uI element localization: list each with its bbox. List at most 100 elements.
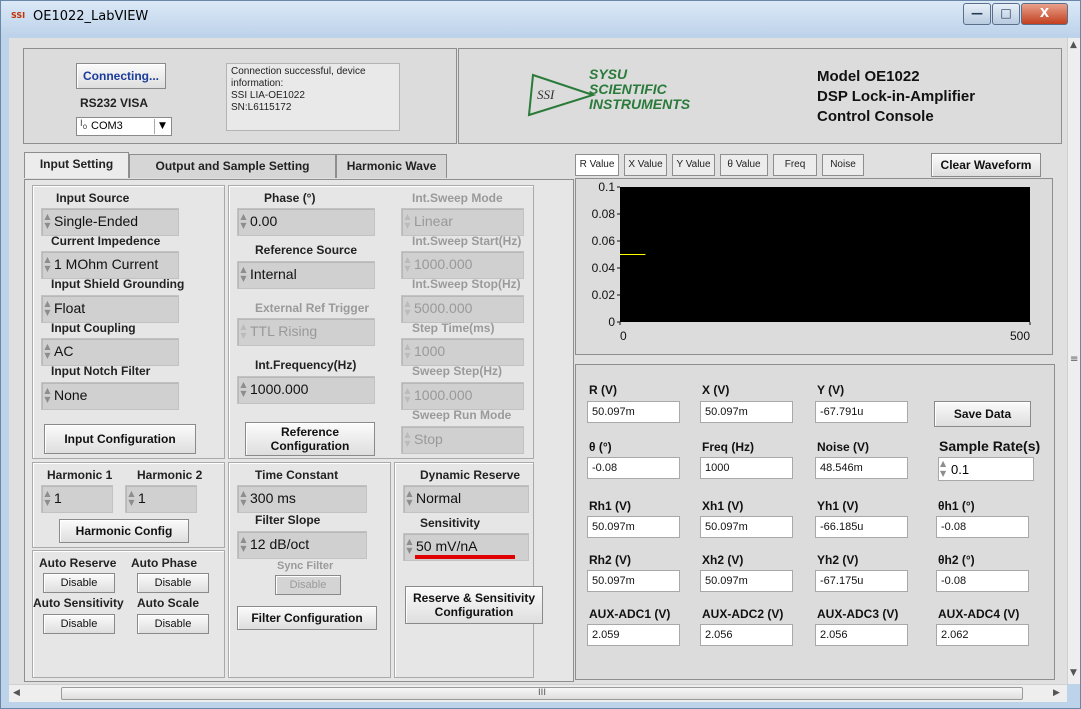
- spinner-icon[interactable]: ▲ ▼: [403, 386, 412, 406]
- harmonic-config-button[interactable]: Harmonic Config: [59, 519, 189, 543]
- company-name: SYSU SCIENTIFIC INSTRUMENTS: [589, 67, 690, 112]
- spinner-icon[interactable]: ▲ ▼: [403, 342, 412, 362]
- reference-group: Phase (°) ▲ ▼ 0.00 Reference Source ▲ ▼ Inte…: [228, 185, 534, 459]
- scroll-right-icon[interactable]: ▶: [1053, 688, 1060, 698]
- auto-sensitivity-button[interactable]: Disable: [43, 614, 115, 634]
- auto-reserve-button[interactable]: Disable: [43, 573, 115, 593]
- sample-rate-control[interactable]: ▲ ▼ 0.1: [938, 457, 1034, 481]
- spinner-icon[interactable]: ▲ ▼: [239, 489, 248, 509]
- sensitivity-highlight: [415, 555, 515, 559]
- notch-label: Input Notch Filter: [51, 364, 151, 378]
- spinner-icon[interactable]: ▲ ▼: [239, 322, 248, 342]
- shield-ring[interactable]: ▲ ▼ Float: [41, 295, 179, 323]
- auto-reserve-label: Auto Reserve: [39, 556, 117, 570]
- input-config-button[interactable]: Input Configuration: [44, 424, 196, 454]
- impedance-ring[interactable]: ▲ ▼ 1 MOhm Current: [41, 251, 179, 279]
- auto-phase-button[interactable]: Disable: [137, 573, 209, 593]
- spinner-icon[interactable]: ▲ ▼: [127, 489, 136, 509]
- spinner-icon[interactable]: ▲ ▼: [403, 299, 412, 319]
- reserve-sensitivity-config-button[interactable]: Reserve & Sensitivity Configuration: [405, 586, 543, 624]
- ext-trigger-ring[interactable]: ▲ ▼ TTL Rising: [237, 318, 375, 346]
- dynamic-reserve-ring[interactable]: ▲ ▼ Normal: [403, 485, 529, 513]
- spinner-icon[interactable]: ▲ ▼: [43, 255, 52, 275]
- title-bar[interactable]: SSI OE1022_LabVIEW — □ X: [1, 1, 1080, 35]
- app-icon: SSI: [11, 11, 26, 20]
- spinner-icon[interactable]: ▲ ▼: [403, 212, 412, 232]
- spinner-icon[interactable]: ▲ ▼: [239, 265, 248, 285]
- close-button[interactable]: X: [1021, 3, 1068, 25]
- filter-config-button[interactable]: Filter Configuration: [237, 606, 377, 630]
- sweep-mode-ring[interactable]: ▲ ▼ Linear: [401, 208, 524, 236]
- y-value: -67.791u: [815, 401, 908, 423]
- sweep-step-control[interactable]: ▲ ▼ 1000.000: [401, 382, 524, 410]
- input-source-ring[interactable]: ▲ ▼ Single-Ended: [41, 208, 179, 236]
- spinner-icon[interactable]: ▲ ▼: [403, 255, 412, 275]
- spinner-icon[interactable]: ▲ ▼: [405, 489, 414, 509]
- scroll-grip-icon[interactable]: ≡: [1070, 354, 1078, 365]
- tab-r-value[interactable]: R Value: [575, 154, 619, 176]
- tab-freq[interactable]: Freq: [773, 154, 817, 176]
- filter-slope-ring[interactable]: ▲ ▼ 12 dB/oct: [237, 531, 367, 559]
- ref-source-ring[interactable]: ▲ ▼ Internal: [237, 261, 375, 289]
- tab-noise[interactable]: Noise: [822, 154, 864, 176]
- tab-output-sample[interactable]: Output and Sample Setting: [129, 154, 336, 178]
- spinner-icon[interactable]: ▲ ▼: [403, 430, 412, 450]
- notch-ring[interactable]: ▲ ▼ None: [41, 382, 179, 410]
- spinner-icon[interactable]: ▲ ▼: [239, 212, 248, 232]
- spinner-icon[interactable]: ▲ ▼: [43, 342, 52, 362]
- visa-icon: Io: [80, 119, 88, 131]
- chevron-down-icon[interactable]: ▼: [154, 119, 170, 134]
- connect-button[interactable]: Connecting...: [76, 63, 166, 89]
- int-freq-control[interactable]: ▲ ▼ 1000.000: [237, 376, 375, 404]
- theta-value: -0.08: [587, 457, 680, 479]
- spinner-icon[interactable]: ▲ ▼: [43, 212, 52, 232]
- time-constant-ring[interactable]: ▲ ▼ 300 ms: [237, 485, 367, 513]
- xh2-value: 50.097m: [700, 570, 793, 592]
- sync-filter-button[interactable]: Disable: [275, 575, 341, 595]
- tab-y-value[interactable]: Y Value: [672, 154, 715, 176]
- spinner-icon[interactable]: ▲ ▼: [43, 386, 52, 406]
- coupling-ring[interactable]: ▲ ▼ AC: [41, 338, 179, 366]
- yh2-value: -67.175u: [815, 570, 908, 592]
- harmonic2-control[interactable]: ▲ ▼ 1: [125, 485, 197, 513]
- y-tick-label: 0.1: [598, 180, 615, 194]
- spinner-icon[interactable]: ▲ ▼: [239, 535, 248, 555]
- scroll-down-icon[interactable]: ▼: [1070, 668, 1077, 678]
- chart-panel: 0.1 0.08 0.06 0.04 0.02 0 0 500: [575, 178, 1053, 355]
- maximize-button[interactable]: □: [992, 3, 1020, 25]
- spinner-icon[interactable]: ▲ ▼: [43, 489, 52, 509]
- dynamic-reserve-label: Dynamic Reserve: [420, 468, 521, 482]
- harmonic1-control[interactable]: ▲ ▼ 1: [41, 485, 113, 513]
- y-tick-label: 0.08: [592, 207, 616, 221]
- sweep-start-control[interactable]: ▲ ▼ 1000.000: [401, 251, 524, 279]
- sweep-run-ring[interactable]: ▲ ▼ Stop: [401, 426, 524, 454]
- sweep-stop-control[interactable]: ▲ ▼ 5000.000: [401, 295, 524, 323]
- spinner-icon[interactable]: ▲ ▼: [43, 299, 52, 319]
- spinner-icon[interactable]: ▲ ▼: [239, 380, 248, 400]
- clear-waveform-button[interactable]: Clear Waveform: [931, 153, 1041, 177]
- com-port-select[interactable]: Io COM3 ▼: [76, 117, 172, 136]
- spinner-icon[interactable]: ▲ ▼: [940, 459, 946, 479]
- tab-x-value[interactable]: X Value: [624, 154, 667, 176]
- reference-config-button[interactable]: Reference Configuration: [245, 422, 375, 456]
- client-area: Connecting... RS232 VISA Io COM3 ▼ Conne…: [9, 38, 1067, 684]
- vertical-scrollbar[interactable]: ▲ ≡ ▼: [1067, 38, 1080, 684]
- minimize-button[interactable]: —: [963, 3, 991, 25]
- phase-control[interactable]: ▲ ▼ 0.00: [237, 208, 375, 236]
- input-source-label: Input Source: [56, 191, 130, 205]
- save-data-button[interactable]: Save Data: [934, 401, 1031, 427]
- step-time-control[interactable]: ▲ ▼ 1000: [401, 338, 524, 366]
- auto-scale-button[interactable]: Disable: [137, 614, 209, 634]
- rh2-label: Rh2 (V): [589, 553, 631, 567]
- horizontal-scrollbar[interactable]: ◀ III ▶: [9, 684, 1067, 702]
- info-line: Connection successful, device: [231, 66, 366, 77]
- model-line: DSP Lock-in-Amplifier: [817, 88, 976, 105]
- tab-harmonic-wave[interactable]: Harmonic Wave: [336, 154, 447, 178]
- tab-input-setting[interactable]: Input Setting: [24, 152, 129, 178]
- scroll-thumb[interactable]: III: [61, 687, 1023, 700]
- scroll-up-icon[interactable]: ▲: [1070, 40, 1077, 50]
- y-label: Y (V): [817, 383, 845, 397]
- spinner-icon[interactable]: ▲ ▼: [405, 537, 414, 557]
- tab-theta-value[interactable]: θ Value: [720, 154, 768, 176]
- scroll-left-icon[interactable]: ◀: [13, 688, 20, 698]
